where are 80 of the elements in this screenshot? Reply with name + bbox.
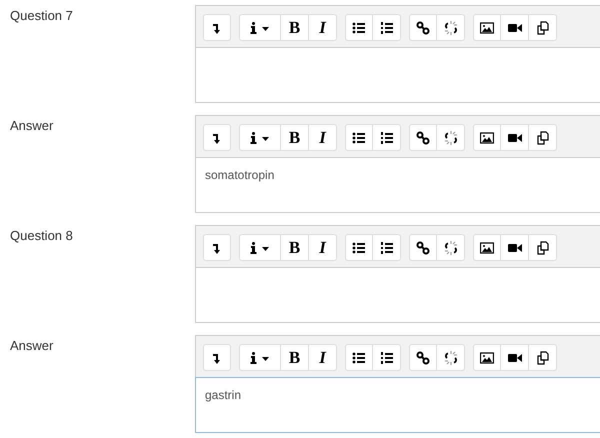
field-label: Answer: [9, 117, 54, 135]
field-label: Answer: [9, 337, 54, 355]
italic-button[interactable]: I: [309, 124, 337, 151]
bold-button[interactable]: B: [281, 124, 309, 151]
answer-text: somatotropin: [205, 168, 274, 182]
unlink-icon: [444, 130, 458, 144]
numbered-list-icon: [380, 130, 394, 144]
image-button[interactable]: [473, 14, 501, 41]
bullet-list-icon: [352, 130, 366, 144]
video-button[interactable]: [501, 14, 529, 41]
link-button[interactable]: [409, 234, 437, 261]
bold-button[interactable]: B: [281, 344, 309, 371]
answer-text: gastrin: [205, 388, 242, 402]
video-button[interactable]: [501, 344, 529, 371]
link-icon: [416, 350, 430, 364]
bullet-list-button[interactable]: [345, 234, 373, 261]
info-icon: [250, 22, 270, 34]
copy-button[interactable]: [529, 234, 557, 261]
copy-icon: [536, 240, 550, 254]
numbered-list-icon: [380, 240, 394, 254]
image-button[interactable]: [473, 234, 501, 261]
info-icon: [250, 242, 270, 254]
unlink-button[interactable]: [437, 124, 465, 151]
unlink-icon: [444, 240, 458, 254]
link-icon: [416, 240, 430, 254]
image-icon: [480, 130, 494, 144]
info-dropdown-button[interactable]: [239, 234, 281, 261]
copy-button[interactable]: [529, 14, 557, 41]
video-button[interactable]: [501, 234, 529, 261]
unlink-icon: [444, 350, 458, 364]
link-button[interactable]: [409, 124, 437, 151]
italic-button[interactable]: I: [309, 344, 337, 371]
bold-button[interactable]: B: [281, 14, 309, 41]
unlink-button[interactable]: [437, 14, 465, 41]
info-icon: [250, 132, 270, 144]
info-dropdown-button[interactable]: [239, 14, 281, 41]
bullet-list-icon: [352, 240, 366, 254]
numbered-list-button[interactable]: [373, 14, 401, 41]
collapse-button[interactable]: [203, 234, 231, 261]
link-button[interactable]: [409, 14, 437, 41]
bullet-list-button[interactable]: [345, 124, 373, 151]
numbered-list-button[interactable]: [373, 124, 401, 151]
field-label: Question 7: [9, 7, 74, 25]
bold-button[interactable]: B: [281, 234, 309, 261]
link-icon: [416, 20, 430, 34]
italic-button[interactable]: I: [309, 14, 337, 41]
numbered-list-icon: [380, 350, 394, 364]
image-icon: [480, 20, 494, 34]
unlink-button[interactable]: [437, 234, 465, 261]
copy-icon: [536, 130, 550, 144]
copy-button[interactable]: [529, 124, 557, 151]
bullet-list-button[interactable]: [345, 344, 373, 371]
collapse-button[interactable]: [203, 344, 231, 371]
image-icon: [480, 240, 494, 254]
collapse-button[interactable]: [203, 124, 231, 151]
bullet-list-icon: [352, 350, 366, 364]
italic-button[interactable]: I: [309, 234, 337, 261]
image-icon: [480, 350, 494, 364]
copy-icon: [536, 350, 550, 364]
copy-icon: [536, 20, 550, 34]
image-button[interactable]: [473, 344, 501, 371]
text-editor-area[interactable]: gastrin: [195, 377, 600, 433]
bullet-list-icon: [352, 20, 366, 34]
copy-button[interactable]: [529, 344, 557, 371]
video-button[interactable]: [501, 124, 529, 151]
numbered-list-icon: [380, 20, 394, 34]
bullet-list-button[interactable]: [345, 14, 373, 41]
info-icon: [250, 352, 270, 364]
unlink-button[interactable]: [437, 344, 465, 371]
numbered-list-button[interactable]: [373, 234, 401, 261]
text-editor-area[interactable]: somatotropin: [195, 157, 600, 213]
link-icon: [416, 130, 430, 144]
link-button[interactable]: [409, 344, 437, 371]
image-button[interactable]: [473, 124, 501, 151]
collapse-button[interactable]: [203, 14, 231, 41]
info-dropdown-button[interactable]: [239, 344, 281, 371]
info-dropdown-button[interactable]: [239, 124, 281, 151]
unlink-icon: [444, 20, 458, 34]
field-label: Question 8: [9, 227, 74, 245]
numbered-list-button[interactable]: [373, 344, 401, 371]
